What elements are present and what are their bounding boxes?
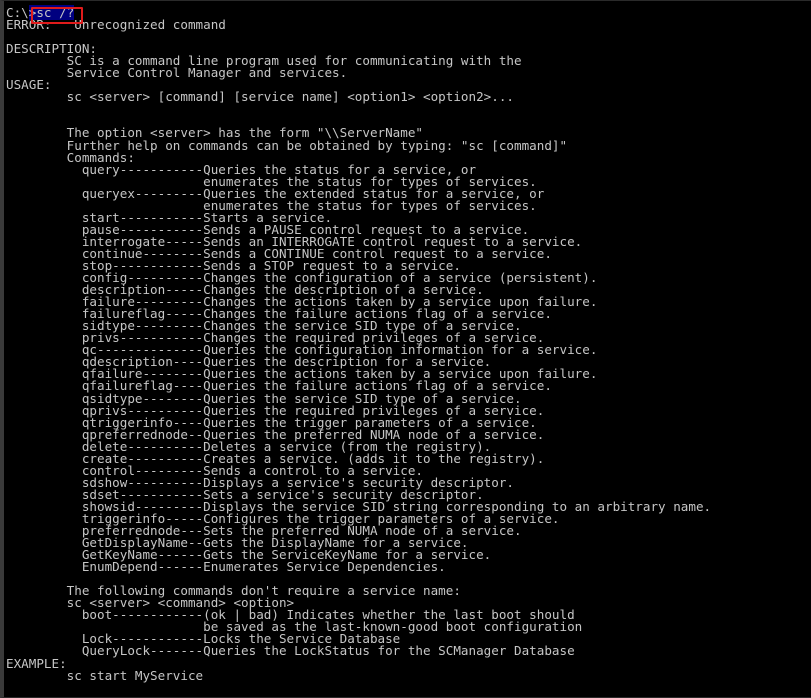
command-prompt-window[interactable]: C:\>sc /? ERROR: Unrecognized command DE… bbox=[0, 0, 811, 698]
prompt-text: C:\>sc /? bbox=[6, 5, 811, 20]
prompt-line[interactable]: C:\>sc /? bbox=[6, 5, 811, 20]
console-screen[interactable]: C:\>sc /? ERROR: Unrecognized command DE… bbox=[4, 1, 811, 697]
prompt-selected-command[interactable]: >sc /? bbox=[28, 5, 75, 20]
console-output: ERROR: Unrecognized command DESCRIPTION:… bbox=[6, 17, 712, 683]
prompt-path: C:\ bbox=[6, 5, 29, 20]
